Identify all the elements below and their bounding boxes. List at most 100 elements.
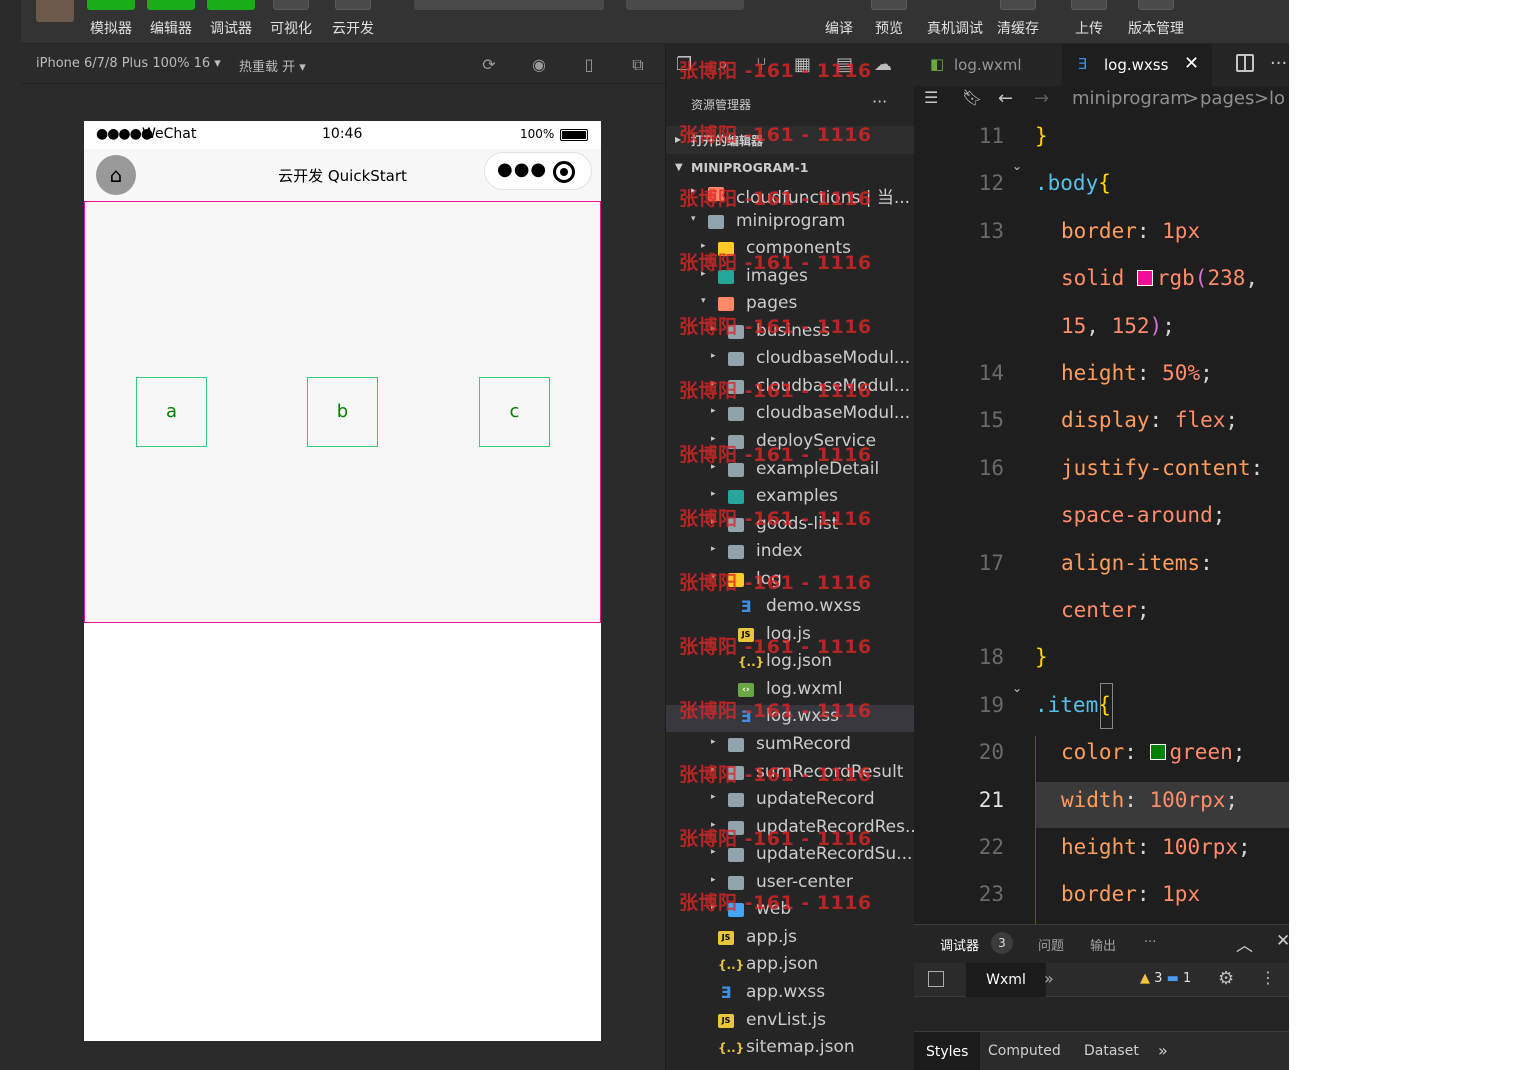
debug-icon[interactable]: ▤	[836, 54, 853, 75]
tree-item[interactable]: JS log.js	[666, 623, 914, 650]
search-icon[interactable]: ⌕	[718, 54, 728, 75]
visualize-button[interactable]: 可视化	[263, 0, 319, 44]
tree-item[interactable]: JS app.js	[666, 926, 914, 953]
tree-item[interactable]: ▸ sumRecord	[666, 733, 914, 760]
source-control-icon[interactable]: ⑂	[756, 54, 767, 75]
editor-toggle-button[interactable]: 编辑器	[143, 0, 199, 44]
tree-item[interactable]: {..} sitemap.json	[666, 1036, 914, 1063]
tab-computed[interactable]: Computed	[988, 1043, 1061, 1059]
tree-item[interactable]: Ǝdemo.wxss	[666, 595, 914, 622]
menu-capsule[interactable]: ●●●	[484, 152, 592, 190]
explorer-more-icon[interactable]: ···	[872, 92, 887, 111]
tree-item[interactable]: ▸ examples	[666, 485, 914, 512]
tree-item[interactable]: ▾ pages	[666, 292, 914, 319]
tree-item[interactable]: ▸ cloudbaseModul...	[666, 402, 914, 429]
open-editors-section[interactable]: ▸ 打开的编辑器	[666, 126, 914, 154]
collapse-panel-icon[interactable]: ︿	[1236, 931, 1253, 956]
tab-debugger[interactable]: 调试器	[940, 935, 979, 954]
tab-styles[interactable]: Styles	[914, 1032, 981, 1070]
tree-item[interactable]: ▸ updateRecord	[666, 788, 914, 815]
breadcrumb-pages[interactable]: pages	[1200, 88, 1254, 109]
breadcrumb-miniprogram[interactable]: miniprogram	[1072, 88, 1188, 109]
simulator-toggle-button[interactable]: 模拟器	[83, 0, 139, 44]
tab-log-wxss[interactable]: Ǝ log.wxss ✕	[1062, 44, 1212, 86]
more-panels-icon[interactable]: »	[1044, 969, 1054, 988]
remote-debug-button[interactable]: 真机调试	[923, 0, 987, 44]
more-style-tabs-icon[interactable]: »	[1158, 1041, 1168, 1060]
tree-item[interactable]: ‹› log.wxml	[666, 678, 914, 705]
debugger-more-icon[interactable]: ···	[1144, 935, 1156, 950]
clear-cache-button[interactable]: 清缓存	[989, 0, 1047, 44]
back-icon[interactable]: ←	[998, 88, 1013, 109]
files-icon[interactable]: ❐	[676, 54, 692, 75]
bookmark-icon[interactable]: 🔖︎	[962, 88, 982, 107]
tree-item[interactable]: ▸ updateRecordRes...	[666, 816, 914, 843]
tab-log-wxml[interactable]: ◧ log.wxml	[914, 44, 1062, 86]
kebab-menu-icon[interactable]: ⋮	[1260, 968, 1276, 987]
more-icon[interactable]: ●●●	[497, 159, 547, 180]
tree-item[interactable]: ▸ cloudbaseModul...	[666, 347, 914, 374]
tree-item[interactable]: ▸ deployService	[666, 430, 914, 457]
cloud-dev-button[interactable]: 云开发	[325, 0, 381, 44]
stop-icon[interactable]: ◉	[530, 56, 548, 74]
project-root[interactable]: ▼ MINIPROGRAM-1	[666, 154, 914, 182]
tree-item[interactable]: {..} log.json	[666, 650, 914, 677]
tab-problems[interactable]: 问题	[1038, 935, 1064, 954]
split-editor-icon[interactable]	[1236, 54, 1254, 72]
tree-item[interactable]: JS envList.js	[666, 1009, 914, 1036]
editor-more-icon[interactable]: ···	[1270, 53, 1287, 74]
tree-item[interactable]: ▾ log	[666, 568, 914, 595]
refresh-icon[interactable]: ⟳	[480, 56, 498, 74]
tree-item[interactable]: ▸ user-center	[666, 871, 914, 898]
tree-item[interactable]: {..} app.json	[666, 953, 914, 980]
tree-item[interactable]: ▸ exampleDetail	[666, 458, 914, 485]
close-capsule-icon[interactable]	[553, 161, 575, 183]
tree-item[interactable]: ▸ images	[666, 265, 914, 292]
color-swatch[interactable]	[1149, 744, 1166, 761]
tree-item[interactable]: ▸ cloudbaseModul...	[666, 375, 914, 402]
page-path-select[interactable]	[626, 0, 744, 10]
item-c[interactable]: c	[479, 377, 550, 447]
extensions-icon[interactable]: ▦	[794, 54, 811, 75]
tree-item[interactable]: Ǝlog.wxss	[666, 705, 914, 733]
avatar[interactable]	[36, 0, 74, 22]
tree-item[interactable]: ▸ web	[666, 898, 914, 925]
upload-button[interactable]: 上传	[1071, 0, 1107, 44]
panel-wxml[interactable]: Wxml	[966, 963, 1046, 997]
tree-item[interactable]: ▸ components	[666, 237, 914, 264]
tree-item[interactable]: ▾ miniprogram	[666, 210, 914, 237]
version-manage-button[interactable]: 版本管理	[1121, 0, 1191, 44]
tab-output[interactable]: 输出	[1090, 935, 1116, 954]
tree-item[interactable]: ▸ goods-list	[666, 513, 914, 540]
tree-item[interactable]: ▸ index	[666, 540, 914, 567]
cloud-icon[interactable]: ☁	[874, 54, 892, 75]
tab-dataset[interactable]: Dataset	[1084, 1043, 1139, 1059]
close-panel-icon[interactable]: ✕	[1276, 931, 1289, 951]
close-tab-icon[interactable]: ✕	[1184, 53, 1199, 74]
device-select[interactable]: iPhone 6/7/8 Plus 100% 16 ▾	[36, 56, 221, 71]
phone-icon[interactable]: ▯	[580, 56, 598, 74]
forward-icon[interactable]: →	[1034, 88, 1049, 109]
popout-icon[interactable]: ⧉	[629, 56, 647, 74]
breadcrumb-log[interactable]: lo	[1269, 88, 1285, 109]
gear-icon[interactable]: ⚙	[1218, 968, 1234, 989]
tree-item[interactable]: ▸ updateRecordSu...	[666, 843, 914, 870]
tree-item[interactable]: ▸ sumRecordResult	[666, 761, 914, 788]
outline-icon[interactable]: ☰	[924, 88, 938, 107]
code-area[interactable]: 11} 12 ⌄ .body{13 border: 1px solid rgb(238, 1…	[914, 116, 1289, 924]
issues-counter[interactable]: ▲ 3 ▬ 1	[1140, 971, 1191, 986]
fold-icon[interactable]: ⌄	[1012, 159, 1022, 173]
tree-item[interactable]: ▸ business	[666, 320, 914, 347]
compile-button[interactable]: 编译	[817, 0, 861, 44]
item-a[interactable]: a	[136, 377, 207, 447]
tree-item[interactable]: ▸ cloudfunctions | 当...	[666, 182, 914, 209]
item-b[interactable]: b	[307, 377, 378, 447]
preview-button[interactable]: 预览	[867, 0, 911, 44]
color-swatch[interactable]	[1136, 270, 1153, 287]
hot-reload-toggle[interactable]: 热重载 开 ▾	[239, 56, 306, 75]
debugger-toggle-button[interactable]: 调试器	[203, 0, 259, 44]
fold-icon[interactable]: ⌄	[1012, 681, 1022, 695]
inspect-element-icon[interactable]	[928, 971, 944, 987]
tree-item[interactable]: Ǝapp.wxss	[666, 981, 914, 1008]
compile-mode-select[interactable]	[414, 0, 604, 10]
